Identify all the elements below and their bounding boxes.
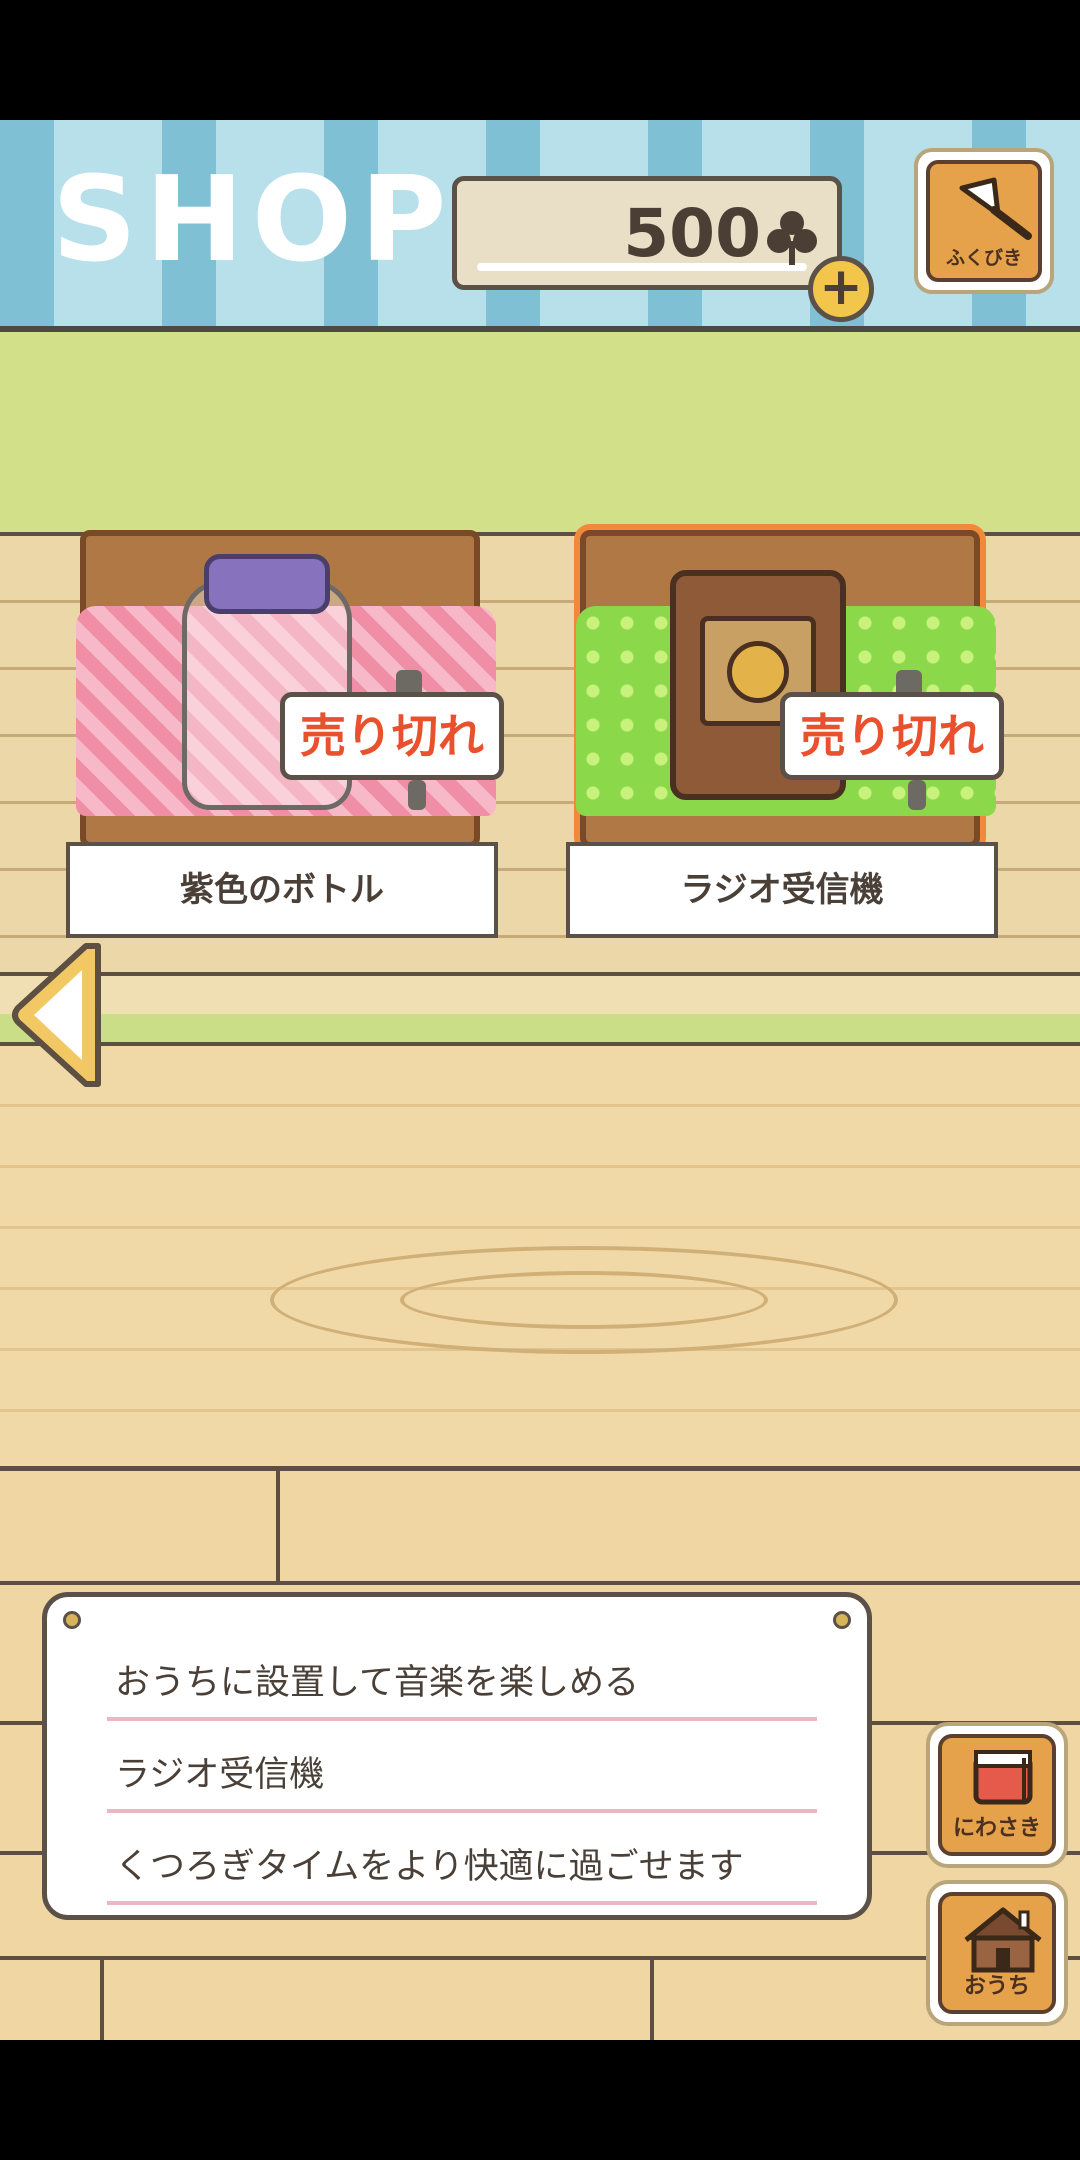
page-title: SHOP xyxy=(52,150,455,288)
clover-icon xyxy=(767,211,817,265)
clover-count: 500 xyxy=(623,195,761,272)
wood-grain xyxy=(400,1271,768,1329)
floor xyxy=(0,1046,1080,1466)
sign-hook xyxy=(408,780,426,810)
item-name: 紫色のボトル xyxy=(66,842,498,938)
plank-divider xyxy=(276,1471,280,1581)
clover-balance: 500 xyxy=(452,176,842,290)
description-line-2: ラジオ受信機 xyxy=(107,1725,817,1813)
plank-divider xyxy=(100,1956,104,2045)
plank-divider xyxy=(650,1956,654,2045)
wall-strip xyxy=(0,1014,1080,1046)
home-button[interactable]: おうち xyxy=(926,1880,1068,2026)
bell-icon xyxy=(959,177,1032,240)
status-bar-area xyxy=(0,0,1080,120)
lottery-label: ふくびき xyxy=(945,247,1022,269)
item-description-panel: おうちに設置して音楽を楽しめる ラジオ受信機 くつろぎタイムをより快適に過ごせま… xyxy=(42,1592,872,1920)
shop-header: SHOP 500 + ふくびき xyxy=(0,120,1080,332)
navigation-bar-area xyxy=(0,2040,1080,2160)
item-card-radio[interactable]: 売り切れ ラジオ受信機 xyxy=(560,510,1004,940)
radio-dial xyxy=(727,641,789,703)
sold-out-badge: 売り切れ xyxy=(280,692,504,780)
home-button-face: おうち xyxy=(938,1892,1056,2014)
bottle-cap xyxy=(204,554,330,614)
panel-pin xyxy=(63,1611,81,1629)
plank-divider xyxy=(0,1581,1080,1585)
description-line-3: くつろぎタイムをより快適に過ごせます xyxy=(107,1817,817,1905)
shelf-lip xyxy=(0,972,1080,1018)
garden-button[interactable]: にわさき xyxy=(926,1722,1068,1868)
garden-button-face: にわさき xyxy=(938,1734,1056,1856)
garden-label: にわさき xyxy=(952,1816,1041,1841)
item-name: ラジオ受信機 xyxy=(566,842,998,938)
plank-divider xyxy=(0,1956,1080,1960)
lottery-button[interactable]: ふくびき xyxy=(914,148,1054,294)
sign-hook xyxy=(908,780,926,810)
sold-out-badge: 売り切れ xyxy=(780,692,1004,780)
item-card-purple-bottle[interactable]: 売り切れ 紫色のボトル xyxy=(60,510,504,940)
left-arrow-icon[interactable] xyxy=(10,940,106,1090)
panel-pin xyxy=(833,1611,851,1629)
home-label: おうち xyxy=(963,1974,1030,1999)
lottery-button-face: ふくびき xyxy=(926,160,1042,282)
add-clover-button[interactable]: + xyxy=(808,256,874,322)
description-line-1: おうちに設置して音楽を楽しめる xyxy=(107,1633,817,1721)
